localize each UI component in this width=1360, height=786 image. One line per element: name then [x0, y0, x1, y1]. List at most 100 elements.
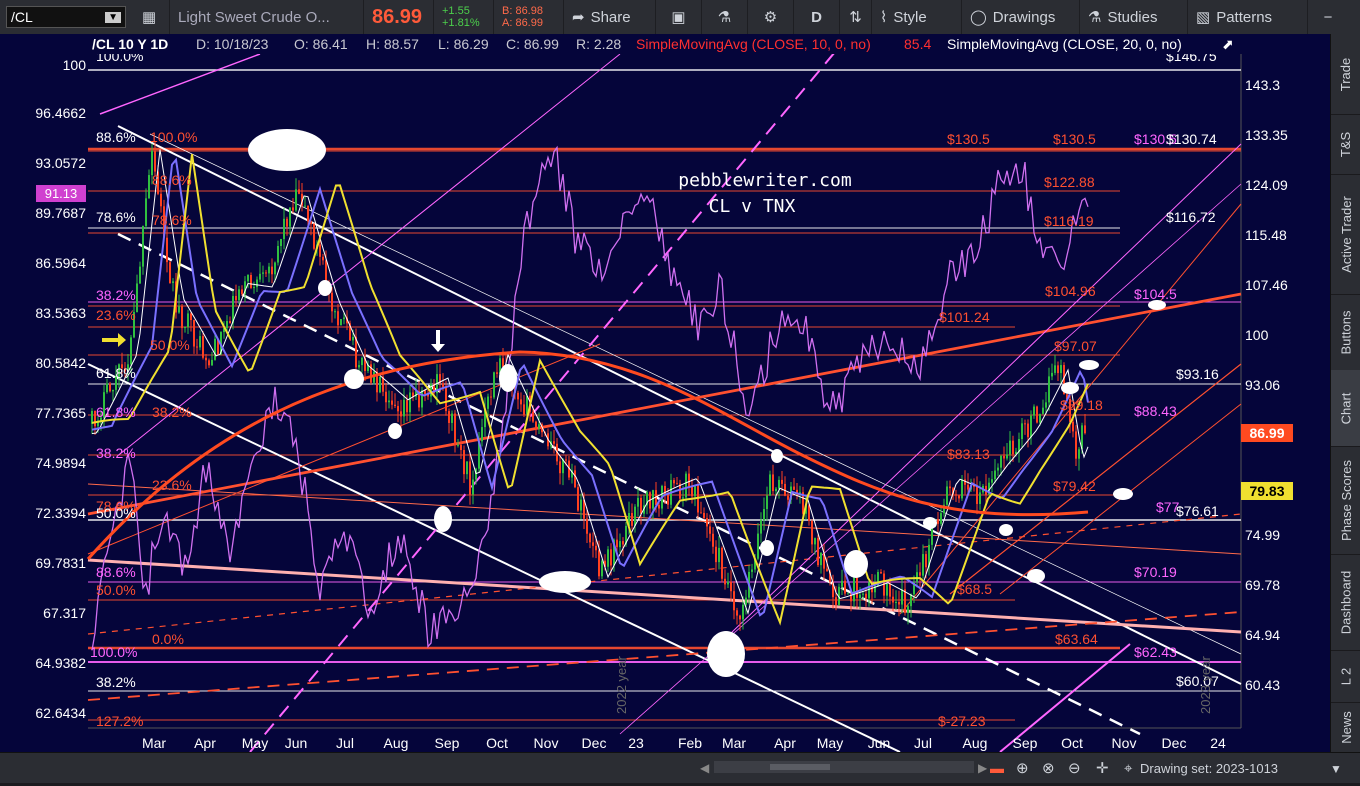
cursor-icon[interactable]: ⌖	[1124, 760, 1133, 777]
candle-body	[727, 581, 729, 585]
ellipse-drawing	[388, 423, 402, 439]
candle-body	[619, 541, 621, 548]
ellipse-drawing	[1079, 360, 1099, 370]
price-chart[interactable]: 100.0% 88.6% 100.0% 88.6% 78.6% 78.6% 38.2% 23.…	[0, 34, 1330, 752]
candle-body	[820, 553, 822, 566]
drawings-button[interactable]: ◯ Drawings	[962, 0, 1080, 34]
candle-body	[1075, 431, 1077, 459]
candle-body	[340, 319, 342, 326]
candle-body	[313, 224, 315, 249]
candle-body	[1060, 365, 1062, 374]
settings-button[interactable]: ⚙	[748, 0, 794, 34]
candle-body	[535, 421, 537, 429]
left-axis-label: 62.6434	[35, 705, 86, 721]
candle-body	[520, 399, 522, 405]
candle-body	[388, 400, 390, 403]
zoom-fit-icon[interactable]: ⊗	[1042, 760, 1055, 777]
side-tab-chart[interactable]: Chart	[1331, 370, 1360, 447]
studies-label: Studies	[1107, 8, 1158, 26]
crosshair-icon[interactable]: ✛	[1096, 760, 1109, 777]
side-tab-active-trader[interactable]: Active Trader	[1331, 174, 1360, 295]
candle-body	[307, 205, 309, 222]
candle-body	[247, 275, 249, 282]
gear-icon: ⚙	[763, 9, 778, 26]
candle-body	[154, 150, 156, 172]
compare-button[interactable]: ⇅	[840, 0, 872, 34]
line-tool-icon[interactable]: ▬	[990, 760, 1004, 776]
ellipse-drawing	[999, 524, 1013, 536]
scrollbar-thumb[interactable]	[770, 764, 830, 770]
candle-body	[214, 338, 216, 360]
candle-body	[199, 336, 201, 348]
candle-body	[781, 479, 783, 484]
candle-body	[1048, 376, 1050, 403]
candle-body	[586, 518, 588, 534]
share-button[interactable]: ➦ Share	[564, 0, 656, 34]
candle-body	[724, 578, 726, 585]
fib-percent-label: 50.0%	[96, 505, 136, 521]
x-axis-label: Mar	[722, 735, 746, 751]
x-axis-label: Nov	[1112, 735, 1137, 751]
candle-body	[421, 390, 423, 408]
side-tab-label: T&S	[1338, 131, 1354, 157]
snapshot-button[interactable]: ▣	[656, 0, 702, 34]
zoom-out-icon[interactable]: ⊖	[1068, 760, 1081, 777]
side-tab-phase-scores[interactable]: Phase Scores	[1331, 446, 1360, 555]
candle-body	[391, 400, 393, 405]
fib-percent-label: 61.8%	[96, 404, 136, 420]
drawing-set-label[interactable]: Drawing set: 2023-1013	[1140, 761, 1278, 776]
candle-body	[559, 461, 561, 474]
candle-body	[631, 512, 633, 526]
candle-body	[1054, 365, 1056, 373]
studies-button[interactable]: ⚗ Studies	[1080, 0, 1188, 34]
x-axis-label: Sep	[1013, 735, 1038, 751]
chart-area[interactable]: 100.0% 88.6% 100.0% 88.6% 78.6% 78.6% 38.2% 23.…	[0, 34, 1330, 752]
side-tab-trade[interactable]: Trade	[1331, 34, 1360, 115]
candle-body	[352, 336, 354, 341]
right-axis-label: 107.46	[1245, 277, 1288, 293]
side-tab-t-s[interactable]: T&S	[1331, 114, 1360, 175]
drawing-set-dropdown-icon[interactable]: ▼	[1330, 762, 1342, 776]
candle-body	[283, 218, 285, 240]
scrollbar-track[interactable]	[714, 761, 974, 773]
candle-body	[757, 533, 759, 559]
side-tab-label: Buttons	[1338, 309, 1354, 355]
scroll-left-icon[interactable]: ◀	[700, 761, 710, 775]
period-button[interactable]: D	[794, 0, 840, 34]
year-marker-2022: 2022 year	[614, 656, 629, 714]
candle-body	[607, 549, 609, 567]
chevron-down-icon[interactable]: ▼	[105, 11, 121, 23]
side-tab-l-2[interactable]: L 2	[1331, 650, 1360, 703]
patterns-button[interactable]: ▧ Patterns	[1188, 0, 1308, 34]
candle-body	[274, 262, 276, 275]
candle-body	[406, 399, 408, 413]
candle-body	[304, 205, 306, 207]
scroll-right-icon[interactable]: ▶	[978, 761, 988, 775]
style-button[interactable]: ⌇ Style	[872, 0, 962, 34]
x-axis-label: Aug	[963, 735, 988, 751]
candle-body	[859, 594, 861, 598]
candle-body	[694, 485, 696, 497]
minimize-button[interactable]: −	[1308, 0, 1348, 34]
side-tab-news[interactable]: News	[1331, 702, 1360, 753]
candle-body	[280, 239, 282, 246]
flask-button[interactable]: ⚗	[702, 0, 748, 34]
candle-body	[322, 256, 324, 261]
grid-icon[interactable]: ▦	[132, 0, 170, 34]
candle-body	[397, 405, 399, 412]
side-tab-label: Active Trader	[1338, 195, 1354, 273]
candle-body	[700, 512, 702, 514]
side-tab-dashboard[interactable]: Dashboard	[1331, 554, 1360, 651]
side-tab-buttons[interactable]: Buttons	[1331, 294, 1360, 371]
price-target-label: $101.24	[939, 309, 990, 325]
candle-body	[187, 313, 189, 328]
left-axis-label: 89.7687	[35, 205, 86, 221]
chart-settings-icon[interactable]: ⬈	[1222, 36, 1234, 52]
candle-body	[847, 593, 849, 595]
symbol-input[interactable]: /CL ▼	[6, 6, 126, 28]
zoom-in-icon[interactable]: ⊕	[1016, 760, 1029, 777]
candle-body	[712, 533, 714, 547]
fib-percent-label: 100.0%	[90, 644, 137, 660]
candle-body	[892, 596, 894, 603]
candle-body	[538, 424, 540, 429]
